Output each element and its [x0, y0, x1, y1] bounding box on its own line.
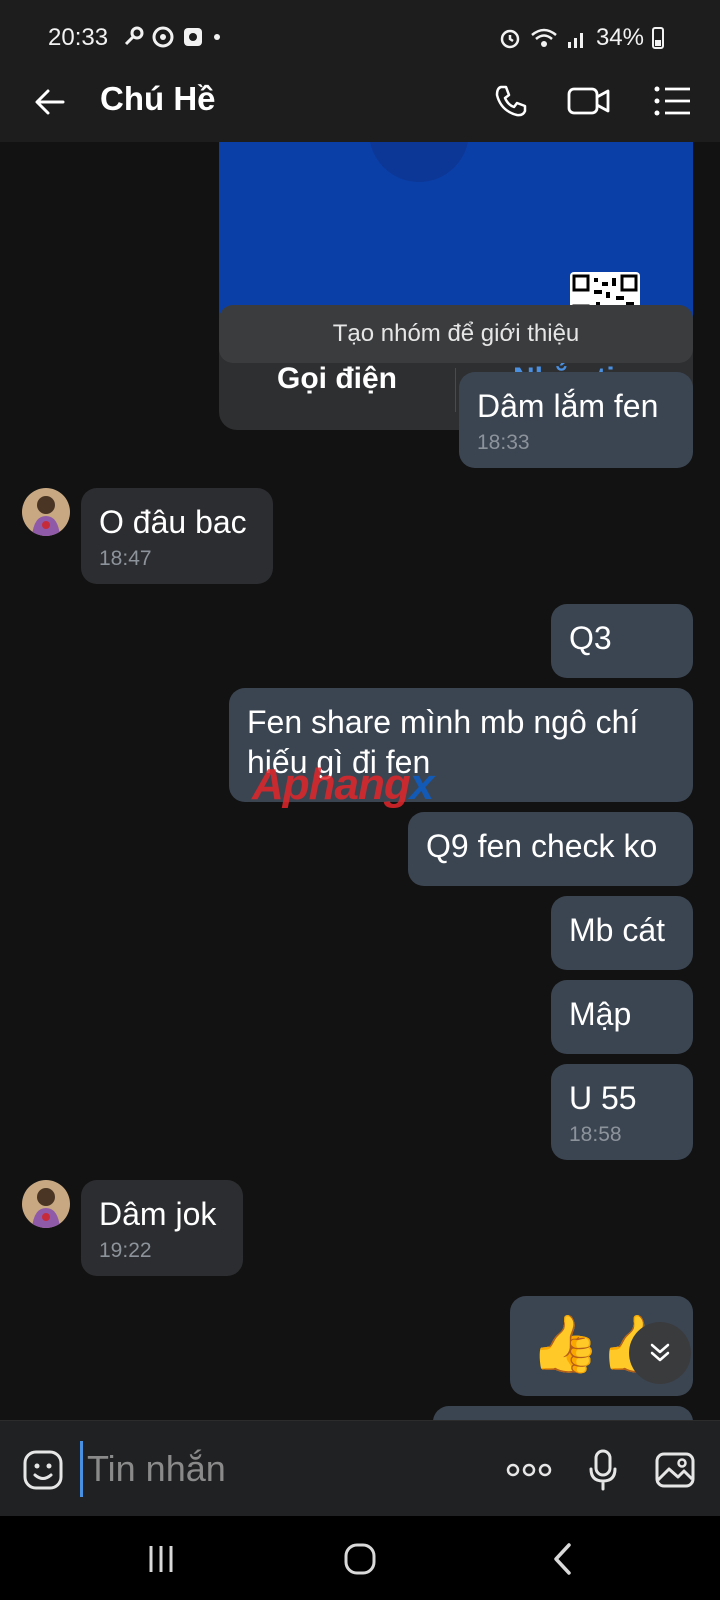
message-text: Q9 fen check ko [426, 828, 658, 864]
square-app-icon [184, 28, 202, 46]
call-button[interactable]: Gọi điện [277, 362, 397, 396]
scroll-to-bottom-button[interactable] [629, 1322, 691, 1384]
chevron-left-icon [554, 1543, 571, 1575]
message-time: 18:58 [569, 1123, 622, 1146]
chat-header: Chú Hề [0, 60, 720, 142]
message-text: Mb cát [569, 912, 666, 948]
message-bubble[interactable]: U 55 18:58 [551, 1064, 693, 1160]
message-text: Dâm jok [99, 1196, 217, 1232]
message-text-line-1: Fen share mình mb ngô chí [247, 704, 639, 740]
watermark-logo: Aphangx [252, 760, 435, 810]
home-button[interactable] [337, 1536, 383, 1582]
back-nav-button[interactable] [540, 1536, 586, 1582]
message-bubble[interactable]: O đâu bac 18:47 [81, 488, 273, 584]
arrow-left-icon [35, 89, 65, 115]
more-dots-icon [506, 1463, 552, 1477]
status-bar: 20:33 34% [0, 0, 720, 60]
battery-percent: 34% [595, 24, 644, 51]
banner-decoration [369, 142, 469, 182]
contact-avatar[interactable] [22, 1180, 70, 1228]
message-bubble[interactable]: Mb cát [551, 896, 693, 970]
menu-button[interactable] [650, 78, 696, 124]
battery-icon [652, 27, 664, 49]
watermark-text-2: x [409, 760, 435, 809]
signal-icon [567, 33, 583, 48]
emoji-icon [23, 1450, 63, 1490]
message-text: U 55 [569, 1080, 637, 1116]
watermark-text-1: Aphang [252, 760, 411, 809]
list-menu-icon [654, 86, 690, 116]
phone-icon [495, 85, 527, 117]
home-icon [344, 1543, 376, 1575]
message-text: O đâu bac [99, 504, 247, 540]
microphone-icon [589, 1449, 617, 1491]
notification-icons [122, 26, 222, 48]
card-divider [455, 368, 456, 412]
message-text: Dâm lắm fen [477, 388, 659, 424]
message-time: 19:22 [99, 1239, 152, 1262]
dot-icon [214, 34, 220, 40]
wifi-icon [531, 28, 557, 47]
message-input[interactable] [80, 1441, 480, 1497]
avatar-image [32, 496, 60, 536]
gallery-button[interactable] [652, 1447, 698, 1493]
message-time: 18:33 [477, 431, 530, 454]
image-icon [655, 1452, 695, 1488]
alarm-icon [500, 29, 520, 49]
target-icon [152, 26, 174, 48]
message-bubble[interactable]: Dâm jok 19:22 [81, 1180, 243, 1276]
message-bubble[interactable]: Mập [551, 980, 693, 1054]
status-time: 20:33 [48, 24, 109, 51]
message-text: Q3 [569, 620, 612, 656]
contact-avatar[interactable] [22, 488, 70, 536]
recents-button[interactable] [138, 1536, 184, 1582]
recents-icon [149, 1546, 173, 1572]
message-bubble-partial[interactable] [433, 1406, 693, 1420]
chevron-double-down-icon [650, 1343, 670, 1362]
system-nav-bar [0, 1516, 720, 1600]
status-right: 34% [498, 24, 664, 52]
voice-call-button[interactable] [488, 78, 534, 124]
avatar-image [32, 1188, 60, 1228]
back-button[interactable] [28, 80, 72, 124]
emoji-button[interactable] [20, 1447, 66, 1493]
message-text: Mập [569, 996, 632, 1032]
message-bubble[interactable]: Q3 [551, 604, 693, 678]
message-composer [0, 1420, 720, 1517]
create-group-intro[interactable]: Tạo nhóm để giới thiệu [219, 305, 693, 363]
message-bubble[interactable]: Q9 fen check ko [408, 812, 693, 886]
video-call-button[interactable] [566, 78, 612, 124]
message-bubble[interactable]: Dâm lắm fen 18:33 [459, 372, 693, 468]
chat-area[interactable]: Gọi điện Nhắn tin Tạo nhóm để giới thiệu… [0, 142, 720, 1420]
message-time: 18:47 [99, 547, 152, 570]
video-icon [567, 87, 610, 115]
more-button[interactable] [506, 1447, 552, 1493]
wrench-icon [124, 26, 144, 46]
voice-message-button[interactable] [580, 1447, 626, 1493]
contact-name[interactable]: Chú Hề [100, 80, 216, 118]
